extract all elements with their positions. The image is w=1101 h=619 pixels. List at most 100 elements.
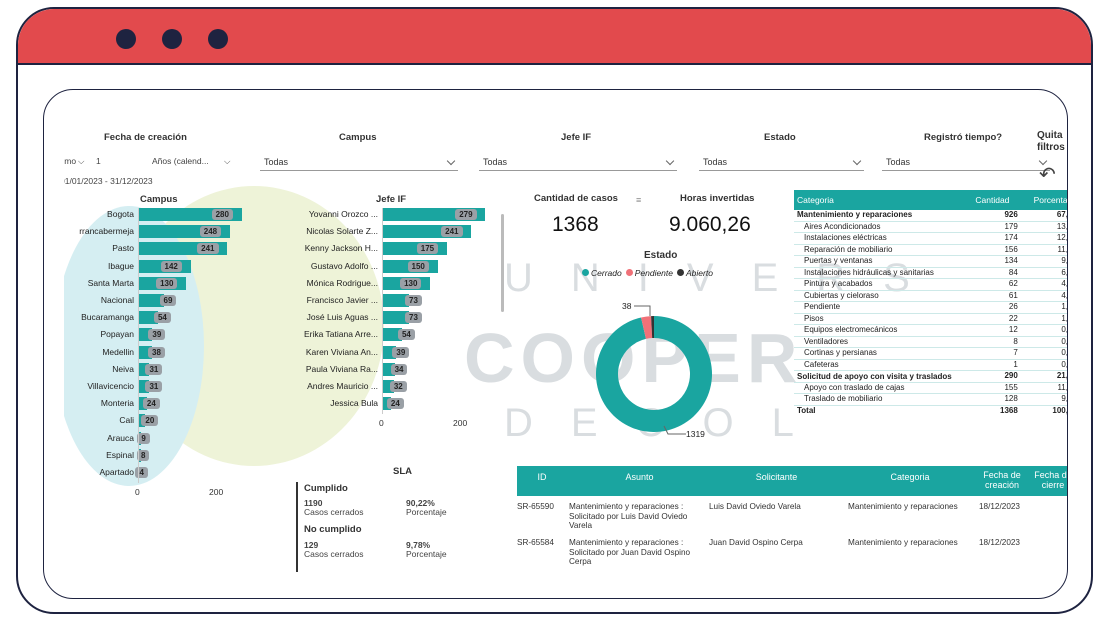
- cantidad-header[interactable]: Cantidad: [964, 190, 1021, 210]
- table-row[interactable]: Traslado de mobiliario1289,36%: [794, 393, 1067, 406]
- sla-title: SLA: [393, 466, 412, 477]
- donut-label-cerrado: 1319: [686, 429, 705, 439]
- chevron-down-icon[interactable]: ⌵: [78, 156, 84, 167]
- table-row[interactable]: Apoyo con traslado de cajas15511,33%: [794, 382, 1067, 394]
- bar-value-label: 24: [142, 398, 160, 410]
- bar-value-label: 130: [156, 277, 178, 289]
- sla-no-cumplido-count-label: Casos cerrados: [304, 549, 364, 559]
- table-row[interactable]: Instalaciones eléctricas17412,72%: [794, 232, 1067, 245]
- jefe-dropdown[interactable]: Todas: [479, 154, 677, 171]
- table-row[interactable]: Cubiertas y cieloraso614,46%: [794, 290, 1067, 302]
- bar-category-label: Yovanni Orozco ...: [308, 209, 378, 219]
- table-row[interactable]: Total 1368 100,00%: [794, 405, 1068, 416]
- bar-category-label: Neiva: [112, 363, 134, 374]
- table-row[interactable]: Reparación de mobiliario15611,40%: [794, 244, 1067, 256]
- date-range: 01/01/2023 - 31/12/2023: [64, 176, 153, 186]
- bar-value-label: 9: [137, 432, 150, 444]
- categoria-cell: Aires Acondicionados: [794, 221, 964, 233]
- categoria-cell: Total: [797, 405, 816, 415]
- col-fecha-cierre[interactable]: Fecha de cierre: [1029, 470, 1067, 490]
- cantidad-cell: 7: [964, 347, 1021, 360]
- cantidad-cell: 128: [964, 393, 1021, 406]
- bar-value-label: 279: [455, 209, 477, 220]
- undo-arrow-icon[interactable]: ↶: [1039, 162, 1056, 187]
- bar-value-label: 39: [392, 346, 410, 358]
- categoria-table: Categoria Cantidad Porcentaje Mantenimie…: [794, 190, 1068, 416]
- bar-category-label: Erika Tatiana Arre...: [303, 329, 378, 340]
- porcentaje-cell: 21,20%: [1020, 370, 1067, 383]
- cantidad-cell: 84: [964, 267, 1021, 279]
- legend-label[interactable]: Pendiente: [635, 268, 673, 278]
- table-row[interactable]: Puertas y ventanas1349,80%: [794, 255, 1067, 268]
- sla-cumplido-label: Cumplido: [304, 483, 348, 494]
- col-fecha-creacion[interactable]: Fecha de creación: [977, 470, 1027, 490]
- cantidad-cell: 22: [964, 313, 1021, 325]
- categoria-header[interactable]: Categoria: [794, 190, 964, 210]
- categoria-cell: Instalaciones hidráulicas y sanitarias: [794, 267, 964, 279]
- cantidad-cell: 156: [964, 244, 1021, 256]
- categoria-cell: Traslado de mobiliario: [794, 393, 964, 406]
- period-count-input[interactable]: 1: [96, 156, 101, 166]
- porcentaje-cell: 0,58%: [1020, 336, 1067, 348]
- bar-value-label: 150: [407, 260, 429, 272]
- chevron-down-icon[interactable]: ⌵: [224, 156, 230, 167]
- categoria-cell: Pisos: [794, 313, 964, 325]
- window-frame: UNIVERS COOPER DECOL Fecha de creación t…: [16, 7, 1093, 614]
- table-row[interactable]: Cafeteras10,07%: [794, 359, 1067, 371]
- period-unit-select[interactable]: timo: [64, 156, 76, 166]
- detail-table-header: ID Asunto Solicitante Categoria Fecha de…: [517, 466, 1067, 496]
- bar-value-label: 73: [405, 312, 422, 324]
- col-solicitante[interactable]: Solicitante: [709, 472, 844, 482]
- porcentaje-cell: 11,40%: [1020, 244, 1067, 256]
- porcentaje-cell: 1,61%: [1020, 313, 1067, 325]
- estado-legend: Cerrado Pendiente Abierto: [578, 268, 713, 278]
- porcentaje-header[interactable]: Porcentaje: [1020, 190, 1067, 210]
- estado-dropdown[interactable]: Todas: [699, 154, 864, 171]
- porcentaje-cell: 100,00%: [1052, 405, 1068, 415]
- categoria-cell: Instalaciones eléctricas: [794, 232, 964, 245]
- col-asunto[interactable]: Asunto: [572, 472, 707, 482]
- table-row[interactable]: Equipos electromecánicos120,88%: [794, 324, 1067, 337]
- porcentaje-cell: 11,33%: [1020, 382, 1067, 394]
- chevron-down-icon: [665, 156, 675, 166]
- table-row[interactable]: Cortinas y persianas70,51%: [794, 347, 1067, 360]
- bar-category-label: Bucaramanga: [81, 312, 134, 323]
- filter-icon[interactable]: ≡: [636, 195, 641, 205]
- table-row[interactable]: Ventiladores80,58%: [794, 336, 1067, 348]
- categoria-cell: Pendiente: [794, 301, 964, 314]
- table-row[interactable]: Pisos221,61%: [794, 313, 1067, 325]
- bar-value-label: 31: [145, 363, 163, 375]
- period-type-select[interactable]: Años (calend...: [152, 156, 209, 166]
- col-id[interactable]: ID: [517, 472, 567, 482]
- legend-label[interactable]: Abierto: [686, 268, 713, 278]
- detail-cell-asunto: Mantenimiento y reparaciones : Solicitad…: [569, 538, 691, 566]
- table-row[interactable]: Instalaciones hidráulicas y sanitarias 84…: [794, 267, 1067, 279]
- tiempo-dropdown[interactable]: Todas: [882, 154, 1050, 171]
- bar-value-label: 241: [197, 243, 219, 255]
- table-row[interactable]: Pendiente261,90%: [794, 301, 1067, 314]
- bar-value-label: 280: [211, 209, 233, 220]
- detail-cell-id: SR-65590: [517, 502, 554, 511]
- table-row[interactable]: Mantenimiento y reparaciones92667,69%: [794, 210, 1067, 222]
- bar-category-label: Apartado: [99, 467, 135, 477]
- legend-swatch: [625, 269, 633, 276]
- bar-category-label: Mónica Rodrigue...: [306, 277, 378, 288]
- table-row[interactable]: Solicitud de apoyo con visita y traslado…: [794, 370, 1067, 383]
- table-row[interactable]: Aires Acondicionados17913,08%: [794, 221, 1067, 233]
- cantidad-cell: 174: [964, 232, 1021, 245]
- legend-label[interactable]: Cerrado: [591, 268, 622, 278]
- col-categoria[interactable]: Categoria: [845, 472, 975, 482]
- filter-jefe-label: Jefe IF: [561, 132, 592, 143]
- porcentaje-cell: 0,51%: [1020, 347, 1067, 360]
- porcentaje-cell: 1,90%: [1020, 301, 1067, 314]
- clear-filters-button[interactable]: Quita filtros: [1037, 130, 1067, 154]
- categoria-cell: Puertas y ventanas: [794, 255, 964, 268]
- detail-cell-solicitante: Luis David Oviedo Varela: [709, 502, 801, 511]
- legend-swatch: [582, 269, 589, 276]
- scrollbar[interactable]: [501, 214, 504, 312]
- campus-chart-title: Campus: [140, 194, 178, 205]
- table-row[interactable]: Pintura y acabados624,53%: [794, 278, 1067, 291]
- campus-dropdown[interactable]: Todas: [260, 154, 458, 171]
- kpi-casos-label: Cantidad de casos: [534, 193, 618, 204]
- cantidad-cell: 1: [964, 359, 1021, 371]
